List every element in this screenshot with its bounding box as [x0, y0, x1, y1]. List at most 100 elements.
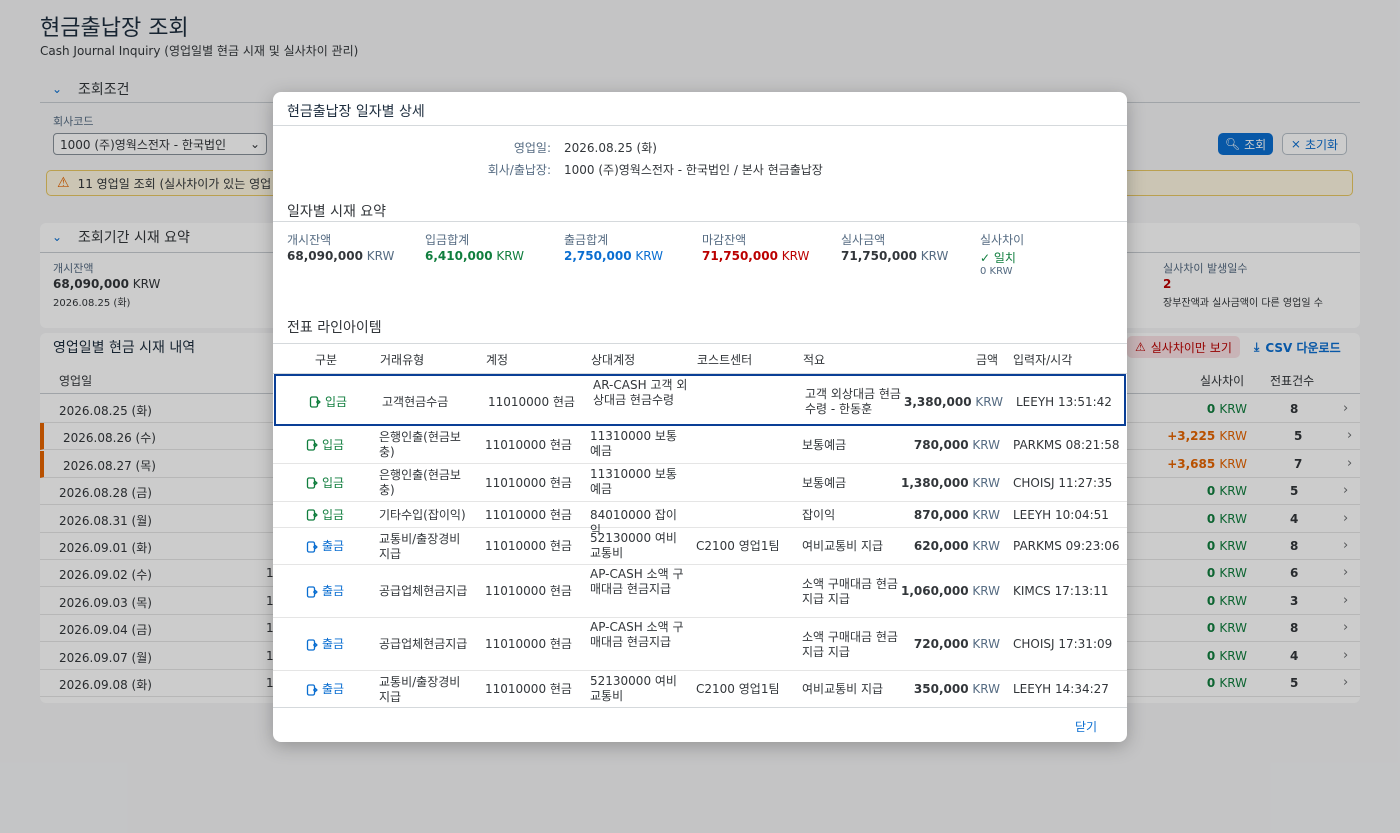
line-kind: 출금	[306, 637, 344, 652]
closing-value: 71,750,000 KRW	[702, 249, 810, 263]
line-account: 11010000 현금	[485, 475, 572, 490]
line-type: 은행인출(현금보충)	[379, 430, 461, 459]
divider	[273, 707, 1127, 708]
line-counter-account: 11310000 보통예금	[590, 467, 677, 496]
line-kind: 출금	[306, 682, 344, 697]
line-account: 11010000 현금	[485, 584, 572, 598]
company-label: 회사/출납장:	[487, 163, 551, 177]
check-icon: ✓	[980, 251, 991, 265]
line-account: 11010000 현금	[485, 682, 572, 696]
line-counter-account: AP-CASH 소액 구매대금 현금지급	[590, 567, 684, 596]
line-kind: 입금	[309, 395, 347, 410]
line-cost-center: C2100 영업1팀	[696, 539, 780, 553]
line-amount: 780,000 KRW	[913, 437, 1000, 452]
line-entered: LEEYH 10:04:51	[1013, 507, 1109, 522]
cash-out-icon	[306, 540, 318, 553]
line-type: 공급업체현금지급	[379, 584, 468, 598]
daily-summary-title: 일자별 시재 요약	[287, 204, 387, 220]
line-type: 교통비/출장경비지급	[379, 674, 461, 704]
line-account: 11010000 현금	[485, 539, 572, 553]
line-item-row[interactable]: 입금 기타수입(잡이익) 11010000 현금 84010000 잡이익 잡이익 870…	[273, 502, 1127, 537]
cash-out-icon	[306, 585, 318, 598]
line-amount: 1,060,000 KRW	[901, 584, 1000, 598]
cash-in-icon	[309, 396, 321, 408]
biz-date-value: 2026.08.25 (화)	[564, 141, 657, 155]
line-entered: PARKMS 09:23:06	[1013, 539, 1120, 553]
line-cost-center: C2100 영업1팀	[696, 682, 780, 696]
line-counter-account: AP-CASH 소액 구매대금 현금지급	[590, 620, 684, 649]
col-header-memo: 적요	[803, 353, 826, 367]
cash-in-icon	[306, 477, 318, 489]
line-entered: LEEYH 14:34:27	[1013, 682, 1109, 696]
line-type: 공급업체현금지급	[379, 637, 468, 651]
close-button[interactable]: 닫기	[1075, 718, 1097, 735]
line-item-row[interactable]: 출금 공급업체현금지급 11010000 현금 AP-CASH 소액 구매대금 현금지…	[273, 618, 1127, 671]
line-item-row[interactable]: 입금 은행인출(현금보충) 11010000 현금 11310000 보통예금 보통예금…	[273, 426, 1127, 464]
line-items-title: 전표 라인아이템	[287, 320, 382, 336]
line-amount: 1,380,000 KRW	[901, 475, 1000, 490]
cash-in-icon	[306, 439, 318, 451]
col-header-cost-center: 코스트센터	[697, 353, 753, 367]
line-entered: KIMCS 17:13:11	[1013, 584, 1109, 598]
out-total-value: 2,750,000 KRW	[564, 249, 663, 263]
in-total-label: 입금합계	[425, 233, 470, 247]
line-account: 11010000 현금	[488, 394, 575, 409]
col-header-amount: 금액	[976, 353, 999, 367]
line-type: 은행인출(현금보충)	[379, 468, 461, 497]
col-header-account: 계정	[486, 353, 509, 367]
daily-detail-dialog: 현금출납장 일자별 상세 영업일: 2026.08.25 (화) 회사/출납장:…	[273, 92, 1127, 742]
line-entered: CHOISJ 11:27:35	[1013, 475, 1113, 490]
line-account: 11010000 현금	[485, 507, 572, 522]
cash-out-icon	[306, 683, 318, 696]
col-header-entered: 입력자/시각	[1013, 353, 1073, 367]
divider	[273, 221, 1127, 222]
line-entered: LEEYH 13:51:42	[1016, 394, 1112, 409]
closing-label: 마감잔액	[702, 233, 747, 247]
col-header-type: 거래유형	[380, 353, 425, 367]
diff-status: ✓ 일치	[980, 251, 1016, 265]
biz-date-label: 영업일:	[513, 141, 551, 155]
out-total-label: 출금합계	[564, 233, 609, 247]
line-amount: 350,000 KRW	[913, 682, 1000, 696]
line-amount: 870,000 KRW	[913, 507, 1000, 522]
line-amount: 720,000 KRW	[913, 637, 1000, 651]
line-amount: 620,000 KRW	[913, 539, 1000, 553]
line-kind: 입금	[306, 438, 344, 453]
line-type: 교통비/출장경비지급	[379, 531, 461, 561]
line-account: 11010000 현금	[485, 437, 572, 452]
cash-out-icon	[306, 638, 318, 651]
actual-value: 71,750,000 KRW	[841, 249, 949, 263]
line-item-row[interactable]: 출금 교통비/출장경비지급 11010000 현금 52130000 여비교통비 C21…	[273, 528, 1127, 565]
opening-value: 68,090,000 KRW	[287, 249, 395, 263]
divider	[273, 343, 1127, 344]
line-type: 기타수입(잡이익)	[379, 507, 466, 522]
col-header-kind: 구분	[315, 353, 338, 367]
line-kind: 출금	[306, 539, 344, 554]
diff-value: 0 KRW	[980, 266, 1013, 277]
line-counter-account: 52130000 여비교통비	[590, 531, 677, 560]
line-kind: 출금	[306, 584, 344, 599]
line-item-row[interactable]: 출금 교통비/출장경비지급 11010000 현금 52130000 여비교통비 C21…	[273, 671, 1127, 708]
opening-label: 개시잔액	[287, 233, 332, 247]
line-amount: 3,380,000 KRW	[904, 394, 1003, 409]
line-counter-account: AR-CASH 고객 외상대금 현금수령	[593, 378, 688, 407]
dialog-title: 현금출납장 일자별 상세	[287, 104, 425, 120]
actual-label: 실사금액	[841, 233, 886, 247]
company-value: 1000 (주)영웍스전자 - 한국법인 / 본사 현금출납장	[564, 163, 823, 177]
col-header-counter: 상대계정	[591, 353, 636, 367]
line-entered: PARKMS 08:21:58	[1013, 437, 1120, 452]
line-item-row[interactable]: 입금 은행인출(현금보충) 11010000 현금 11310000 보통예금 보통예금…	[273, 464, 1127, 502]
in-total-value: 6,410,000 KRW	[425, 249, 524, 263]
line-item-row[interactable]: 입금 고객현금수금 11010000 현금 AR-CASH 고객 외상대금 현금수령 고…	[274, 374, 1126, 426]
line-kind: 입금	[306, 476, 344, 491]
line-kind: 입금	[306, 508, 344, 523]
line-type: 고객현금수금	[382, 394, 449, 409]
line-account: 11010000 현금	[485, 637, 572, 651]
diff-label: 실사차이	[980, 233, 1025, 247]
line-entered: CHOISJ 17:31:09	[1013, 637, 1113, 651]
line-counter-account: 52130000 여비교통비	[590, 674, 677, 703]
line-item-row[interactable]: 출금 공급업체현금지급 11010000 현금 AP-CASH 소액 구매대금 현금지…	[273, 565, 1127, 618]
cash-in-icon	[306, 509, 318, 521]
divider	[273, 125, 1127, 126]
line-counter-account: 11310000 보통예금	[590, 429, 677, 458]
